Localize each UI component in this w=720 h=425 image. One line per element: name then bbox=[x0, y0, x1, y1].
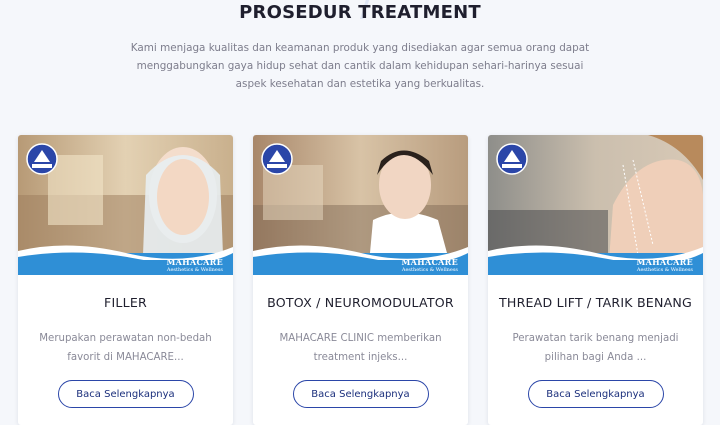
card-title: FILLER bbox=[104, 295, 147, 310]
brand-name: MAHACARE bbox=[166, 257, 223, 267]
treatment-card-botox: MAHACARE Aesthetics & Wellness BOTOX / N… bbox=[253, 135, 468, 425]
treatment-card-thread-lift: MAHACARE Aesthetics & Wellness THREAD LI… bbox=[488, 135, 703, 425]
mahacare-logo-icon bbox=[26, 143, 58, 175]
card-description: Merupakan perawatan non-bedah favorit di… bbox=[39, 333, 212, 363]
brand-watermark: MAHACARE Aesthetics & Wellness bbox=[166, 257, 223, 274]
read-more-button[interactable]: Baca Selengkapnya bbox=[292, 380, 429, 408]
card-title: THREAD LIFT / TARIK BENANG bbox=[499, 295, 692, 310]
brand-name: MAHACARE bbox=[401, 257, 458, 267]
card-title: BOTOX / NEUROMODULATOR bbox=[267, 295, 454, 310]
mahacare-logo-icon bbox=[496, 143, 528, 175]
card-description: MAHACARE CLINIC memberikan treatment inj… bbox=[279, 333, 442, 363]
thread-lift-image: MAHACARE Aesthetics & Wellness bbox=[488, 135, 703, 275]
read-more-button[interactable]: Baca Selengkapnya bbox=[527, 380, 664, 408]
read-more-button[interactable]: Baca Selengkapnya bbox=[57, 380, 194, 408]
brand-name: MAHACARE bbox=[636, 257, 693, 267]
brand-tagline: Aesthetics & Wellness bbox=[166, 267, 223, 273]
brand-watermark: MAHACARE Aesthetics & Wellness bbox=[636, 257, 693, 274]
mahacare-logo-icon bbox=[261, 143, 293, 175]
section-description: Kami menjaga kualitas dan keamanan produ… bbox=[130, 42, 590, 90]
brand-watermark: MAHACARE Aesthetics & Wellness bbox=[401, 257, 458, 274]
brand-tagline: Aesthetics & Wellness bbox=[401, 267, 458, 273]
filler-image: MAHACARE Aesthetics & Wellness bbox=[18, 135, 233, 275]
brand-tagline: Aesthetics & Wellness bbox=[636, 267, 693, 273]
card-description: Perawatan tarik benang menjadi pilihan b… bbox=[512, 333, 679, 363]
treatment-card-filler: MAHACARE Aesthetics & Wellness FILLER Me… bbox=[18, 135, 233, 425]
section-title: PROSEDUR TREATMENT bbox=[239, 2, 481, 23]
botox-image: MAHACARE Aesthetics & Wellness bbox=[253, 135, 468, 275]
